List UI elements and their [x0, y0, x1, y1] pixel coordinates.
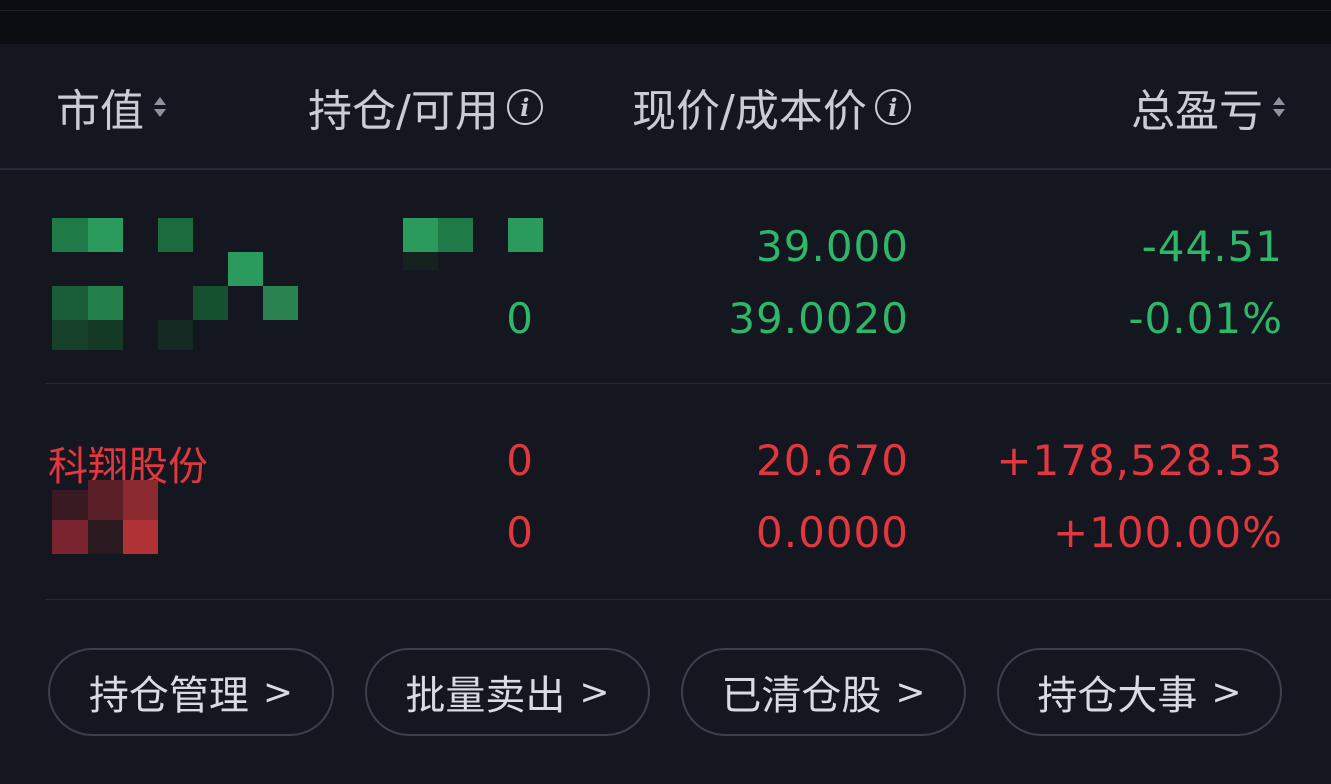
- chevron-right-icon: >: [895, 671, 926, 713]
- total-pnl-pct: -0.01%: [1128, 294, 1283, 343]
- batch-sell-button[interactable]: 批量卖出 >: [365, 648, 650, 736]
- batch-sell-label: 批量卖出: [405, 673, 566, 719]
- cleared-stocks-label: 已清仓股: [721, 673, 882, 719]
- row-divider: [46, 599, 1331, 600]
- position-events-button[interactable]: 持仓大事 >: [997, 648, 1282, 736]
- total-pnl: +178,528.53: [996, 436, 1283, 485]
- header-total-pnl[interactable]: 总盈亏: [1131, 44, 1285, 170]
- chevron-right-icon: >: [1211, 671, 1242, 713]
- header-price: 现价/成本价 i: [632, 44, 911, 170]
- current-price: 39.000: [756, 222, 909, 271]
- chevron-right-icon: >: [262, 671, 294, 713]
- info-icon[interactable]: i: [506, 89, 543, 125]
- status-bar: [0, 0, 1331, 44]
- header-position: 持仓/可用 i: [308, 44, 543, 170]
- header-price-label: 现价/成本价: [632, 86, 867, 137]
- chevron-right-icon: >: [579, 671, 610, 713]
- position-manage-button[interactable]: 持仓管理 >: [48, 648, 334, 736]
- table-header: 市值 持仓/可用 i 现价/成本价 i 总盈亏: [0, 44, 1331, 170]
- table-row[interactable]: 科翔股份 0 0 20.670 0.0000 +178,528.53 +100.…: [0, 384, 1331, 600]
- header-position-label: 持仓/可用: [308, 86, 499, 137]
- available-value: 0: [506, 294, 534, 343]
- total-pnl-pct: +100.00%: [1052, 508, 1283, 557]
- holding-value: 0: [506, 436, 534, 485]
- cost-price: 39.0020: [728, 294, 909, 343]
- position-events-label: 持仓大事: [1037, 673, 1198, 719]
- cost-price: 0.0000: [756, 508, 909, 557]
- header-market-value[interactable]: 市值: [56, 44, 166, 170]
- total-pnl: -44.51: [1141, 222, 1283, 271]
- current-price: 20.670: [756, 436, 909, 485]
- position-manage-label: 持仓管理: [88, 673, 249, 719]
- header-total-pnl-label: 总盈亏: [1131, 86, 1263, 137]
- available-value: 0: [506, 508, 534, 557]
- table-row[interactable]: 0 39.000 39.0020 -44.51 -0.01%: [0, 172, 1331, 384]
- header-market-value-label: 市值: [56, 86, 144, 137]
- info-icon[interactable]: i: [874, 89, 911, 125]
- cleared-stocks-button[interactable]: 已清仓股 >: [681, 648, 966, 736]
- sort-icon[interactable]: [154, 97, 166, 117]
- header-divider: [0, 168, 1331, 170]
- sort-icon[interactable]: [1273, 97, 1285, 117]
